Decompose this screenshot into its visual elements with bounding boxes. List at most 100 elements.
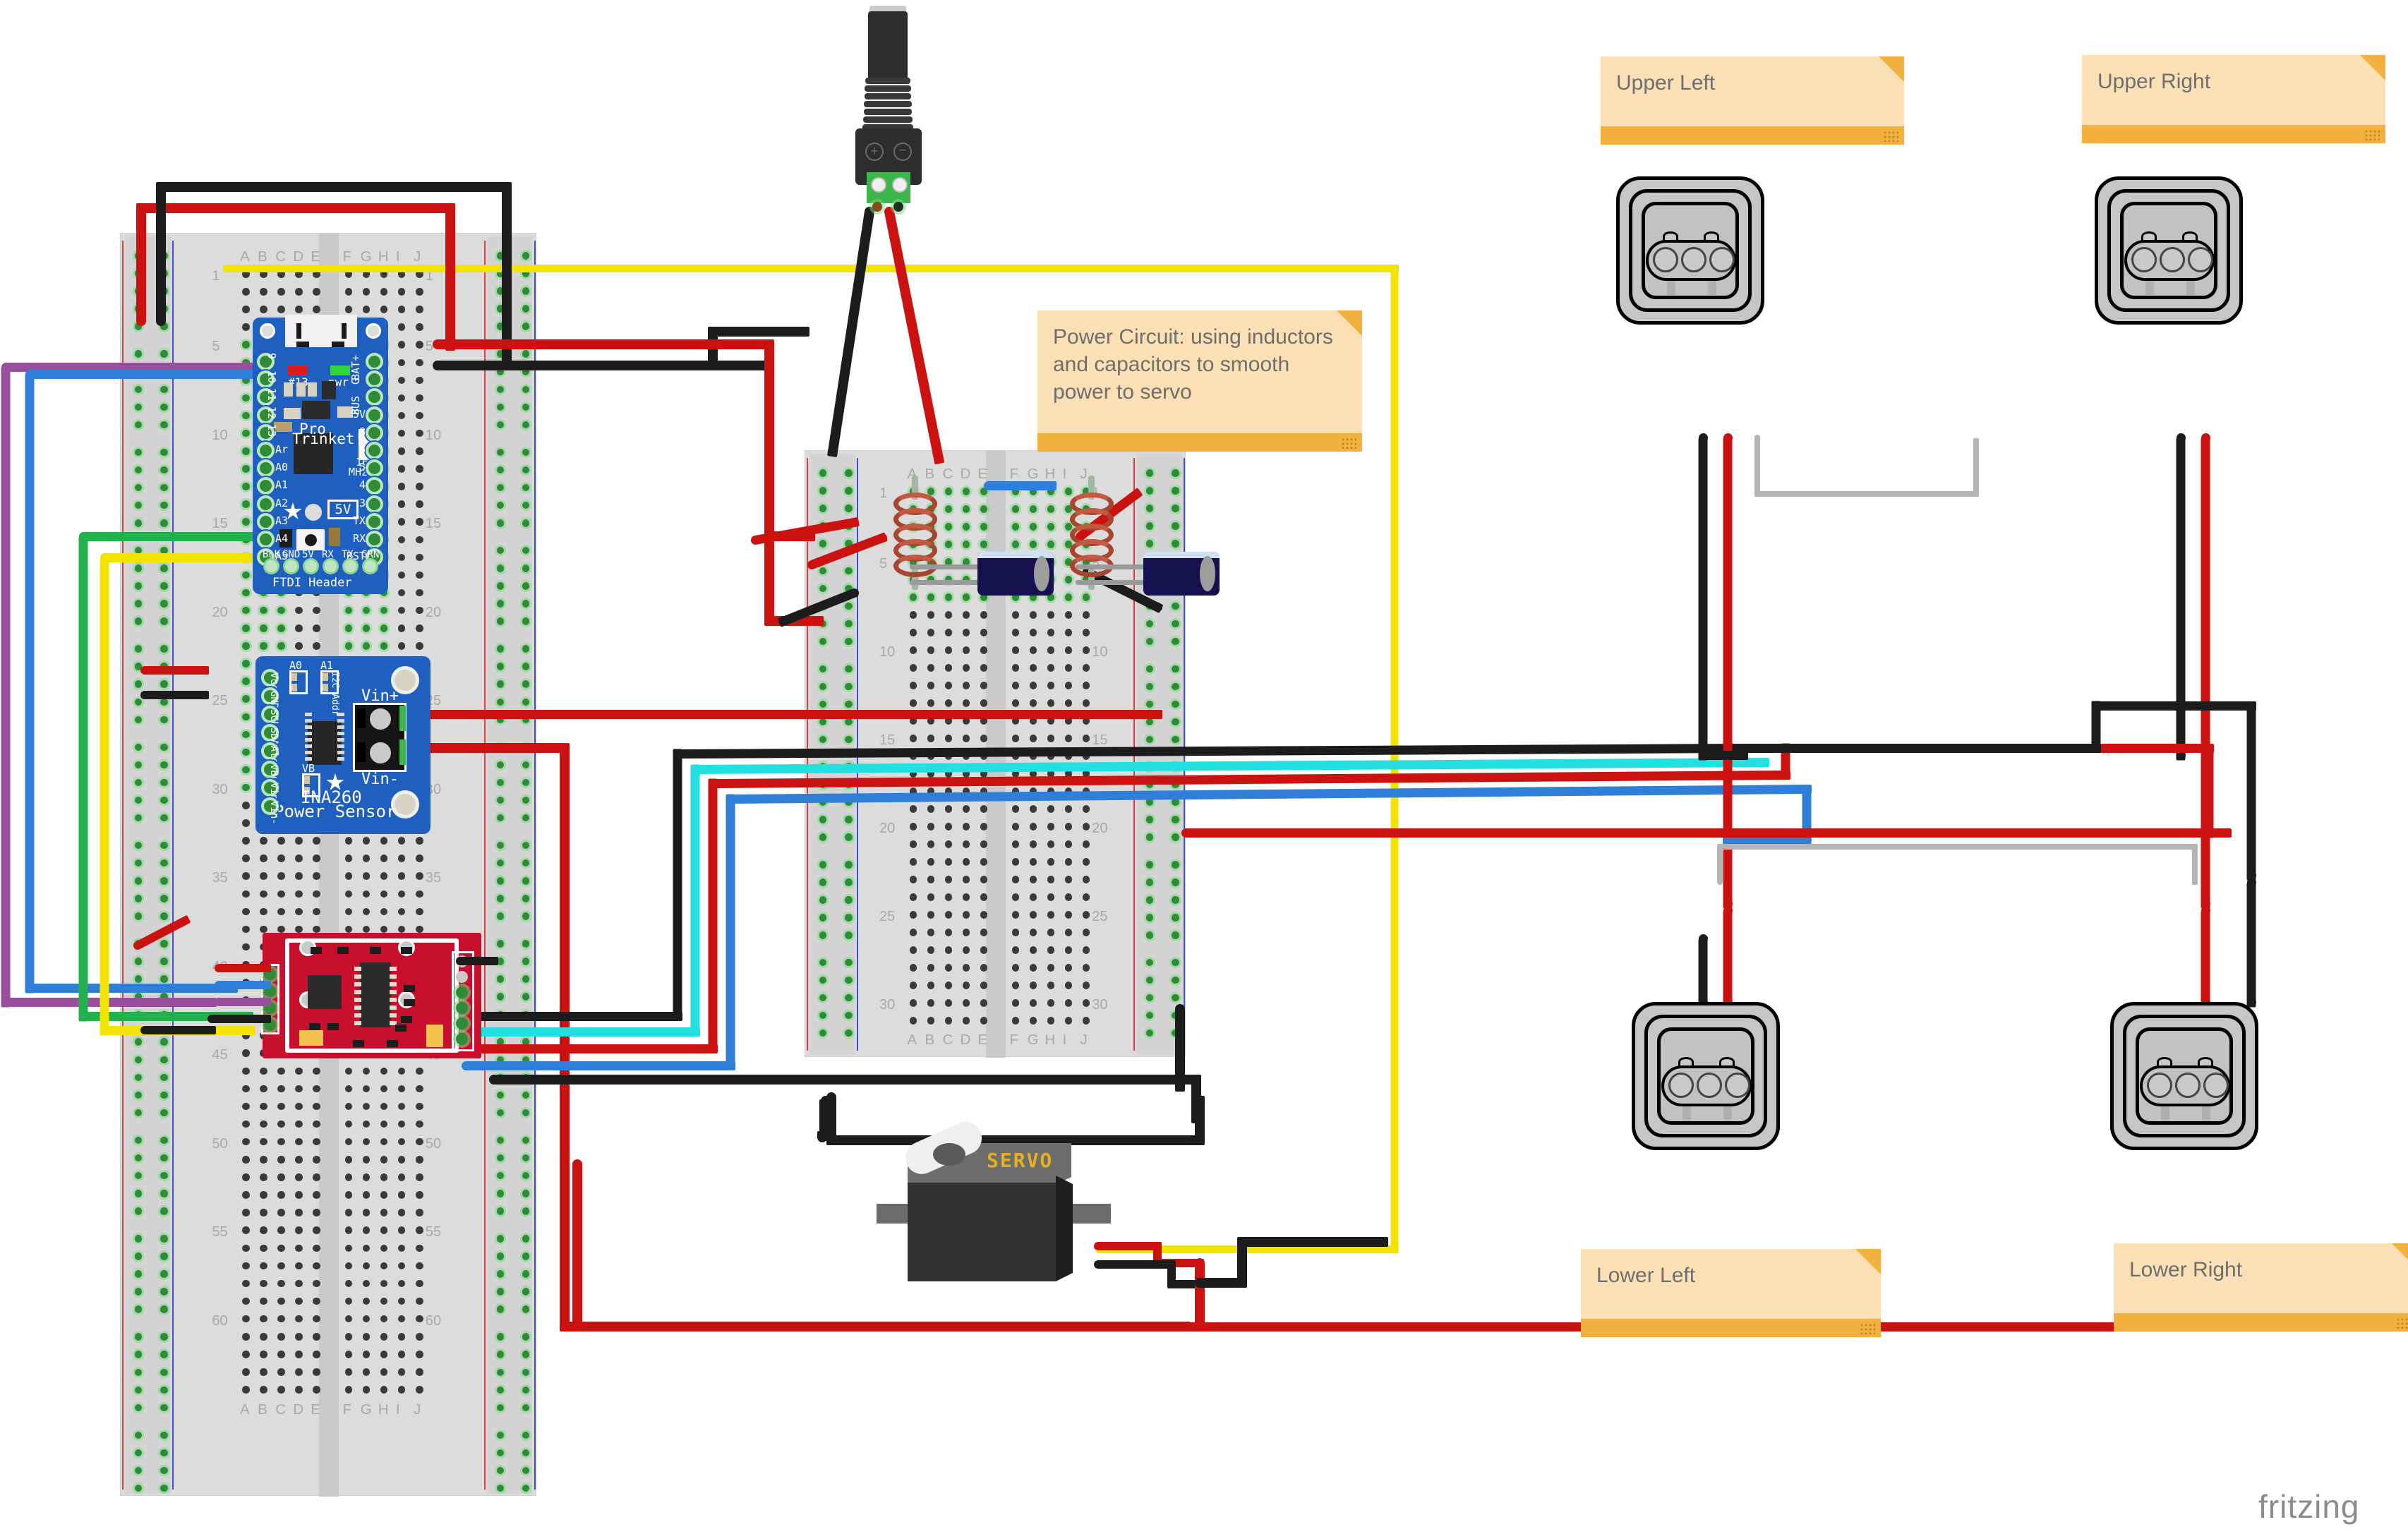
motor-upper-right[interactable] [2095, 176, 2243, 325]
i2c-addr-label: I2C Addr [330, 672, 340, 716]
ftdi-header-label: FTDI Header [272, 576, 352, 590]
note-resize-grip[interactable] [2396, 1317, 2408, 1329]
pad-bottom-5V[interactable] [305, 560, 317, 572]
jack-screw-negative[interactable] [892, 177, 908, 193]
note-upper-left[interactable]: Upper Left [1601, 56, 1904, 145]
motor-lower-right[interactable] [2110, 1002, 2258, 1150]
jumper-label-VB: VB [302, 762, 315, 775]
vin-plus-screw[interactable] [370, 708, 391, 730]
motor-contact-1 [1697, 1073, 1722, 1098]
pad-right-BUS[interactable] [368, 391, 380, 404]
mount-hole-right [366, 323, 381, 339]
motor-contact-0 [2147, 1073, 2172, 1098]
pad-bottom-GRN[interactable] [364, 560, 376, 572]
pad-bottom-TX[interactable] [344, 560, 356, 572]
pad-left-A0[interactable] [260, 462, 272, 475]
driver-pad-right-2[interactable] [456, 986, 468, 998]
pad-right-6[interactable] [368, 445, 380, 457]
note-lower-right[interactable]: Lower Right [2114, 1243, 2408, 1331]
smd-blk-4 [404, 985, 415, 992]
smd-blk-1 [337, 947, 349, 954]
pin-label-10: 10 [265, 370, 278, 384]
smd-blk-8 [309, 1023, 320, 1030]
pad-right-5V[interactable] [368, 409, 380, 421]
pin-label-r-RX: RX [352, 532, 366, 545]
driver-pad-right-3[interactable] [456, 1002, 468, 1014]
note-resize-grip[interactable] [2364, 129, 2380, 140]
jumper-label-A0: A0 [289, 659, 303, 672]
motor-contact-1 [2175, 1073, 2201, 1098]
note-lower-left[interactable]: Lower Left [1581, 1249, 1881, 1337]
vin-minus-screw[interactable] [370, 742, 391, 763]
pad-right-BAT+[interactable] [368, 356, 380, 368]
note-upper-right[interactable]: Upper Right [2082, 55, 2385, 143]
motor-contact-0 [1668, 1073, 1694, 1098]
pad-left-A1[interactable] [260, 480, 272, 493]
ina260-board[interactable]: A0 A1 VB I2C Addr Vin+ Vin- INA260 Power Sensor… [255, 656, 431, 834]
note-text: Lower Right [2129, 1258, 2243, 1281]
capacitor-left [910, 552, 1054, 596]
motor-driver-board[interactable] [261, 933, 481, 1058]
pad-right-8[interactable] [368, 426, 380, 439]
motor-upper-left[interactable] [1616, 176, 1764, 325]
pin-label-12: 12 [265, 406, 278, 419]
driver-pad-right-5[interactable] [456, 1033, 468, 1045]
note-resize-grip[interactable] [1341, 437, 1356, 449]
motor-lower-left[interactable] [1632, 1002, 1780, 1150]
smd-0 [284, 382, 293, 397]
fritzing-canvas: A F B G C H D I E J A F B G C H D I E J 1 1 5 5 10 10 15 15 20 20 25 25… [0, 0, 2408, 1534]
pad-left-Ar[interactable] [260, 445, 272, 457]
pad-right-G[interactable] [368, 373, 380, 386]
servo-case-side [1056, 1176, 1073, 1281]
ina-subtitle: Power Sensor [274, 802, 397, 821]
driver-pad-right-1[interactable] [456, 971, 468, 983]
pin-label-b-GRN: GRN [361, 549, 380, 560]
note-resize-grip[interactable] [1860, 1323, 1875, 1334]
pin-label-r-6: 6 [359, 443, 366, 456]
pad-right-4[interactable] [368, 480, 380, 493]
pin-label-b-TX: TX [342, 549, 354, 560]
smd-blk-2 [370, 947, 381, 954]
ina-chip [308, 721, 342, 765]
driver-chip-main [360, 962, 391, 1027]
pin-label-r-4: 4 [359, 478, 366, 492]
note-resize-grip[interactable] [1883, 131, 1898, 142]
jack-screw-positive[interactable] [871, 177, 886, 193]
pad-right-5[interactable] [368, 462, 380, 475]
note-fold-icon [1337, 310, 1362, 336]
pad-right-RX[interactable] [368, 533, 380, 545]
note-power-circuit[interactable]: Power Circuit: using inductors and capac… [1037, 310, 1362, 452]
servo-motor[interactable]: SERVO [877, 1116, 1111, 1308]
note-text: Lower Left [1596, 1264, 1696, 1287]
pin-label-r-3: 3 [359, 496, 366, 509]
note-fold-icon [2392, 1243, 2408, 1269]
pin-label-ina-Vcc: Vcc [268, 672, 279, 691]
pad-bottom-RX[interactable] [325, 560, 337, 572]
pad-left-A2[interactable] [260, 497, 272, 510]
motor-contact-1 [1681, 247, 1706, 272]
pad-right-TX[interactable] [368, 515, 380, 528]
motor-contact-2 [1709, 247, 1735, 272]
pin-label-9: 9 [265, 353, 278, 360]
reset-button-cap[interactable] [305, 534, 317, 546]
smd-blk-9 [327, 1023, 339, 1030]
motor-contact-2 [2188, 247, 2213, 272]
pin-label-A0: A0 [275, 461, 289, 474]
smd-1 [296, 382, 306, 397]
smd-pot [329, 528, 340, 546]
pad-bottom-BLK[interactable] [265, 560, 277, 572]
pad-bottom-GND[interactable] [285, 560, 297, 572]
pin-label-A2: A2 [275, 496, 289, 509]
pin-label-13: 13 [265, 423, 278, 437]
pin-label-r-TX: TX [352, 514, 366, 527]
pro-trinket-board[interactable]: #13pwr16MHz5VProTrinket!FTDI Header91011… [253, 315, 388, 594]
pin-label-r-8: 8 [359, 425, 366, 438]
motor-contact-2 [1725, 1073, 1750, 1098]
pad-left-A4[interactable] [260, 533, 272, 545]
pad-right-3[interactable] [368, 497, 380, 510]
pin-label-r-5V: 5V [352, 407, 366, 421]
pin-label-Ar: Ar [275, 443, 289, 456]
driver-pad-right-4[interactable] [456, 1017, 468, 1029]
pad-left-A3[interactable] [260, 515, 272, 528]
pin-label-b-RX: RX [322, 549, 334, 560]
